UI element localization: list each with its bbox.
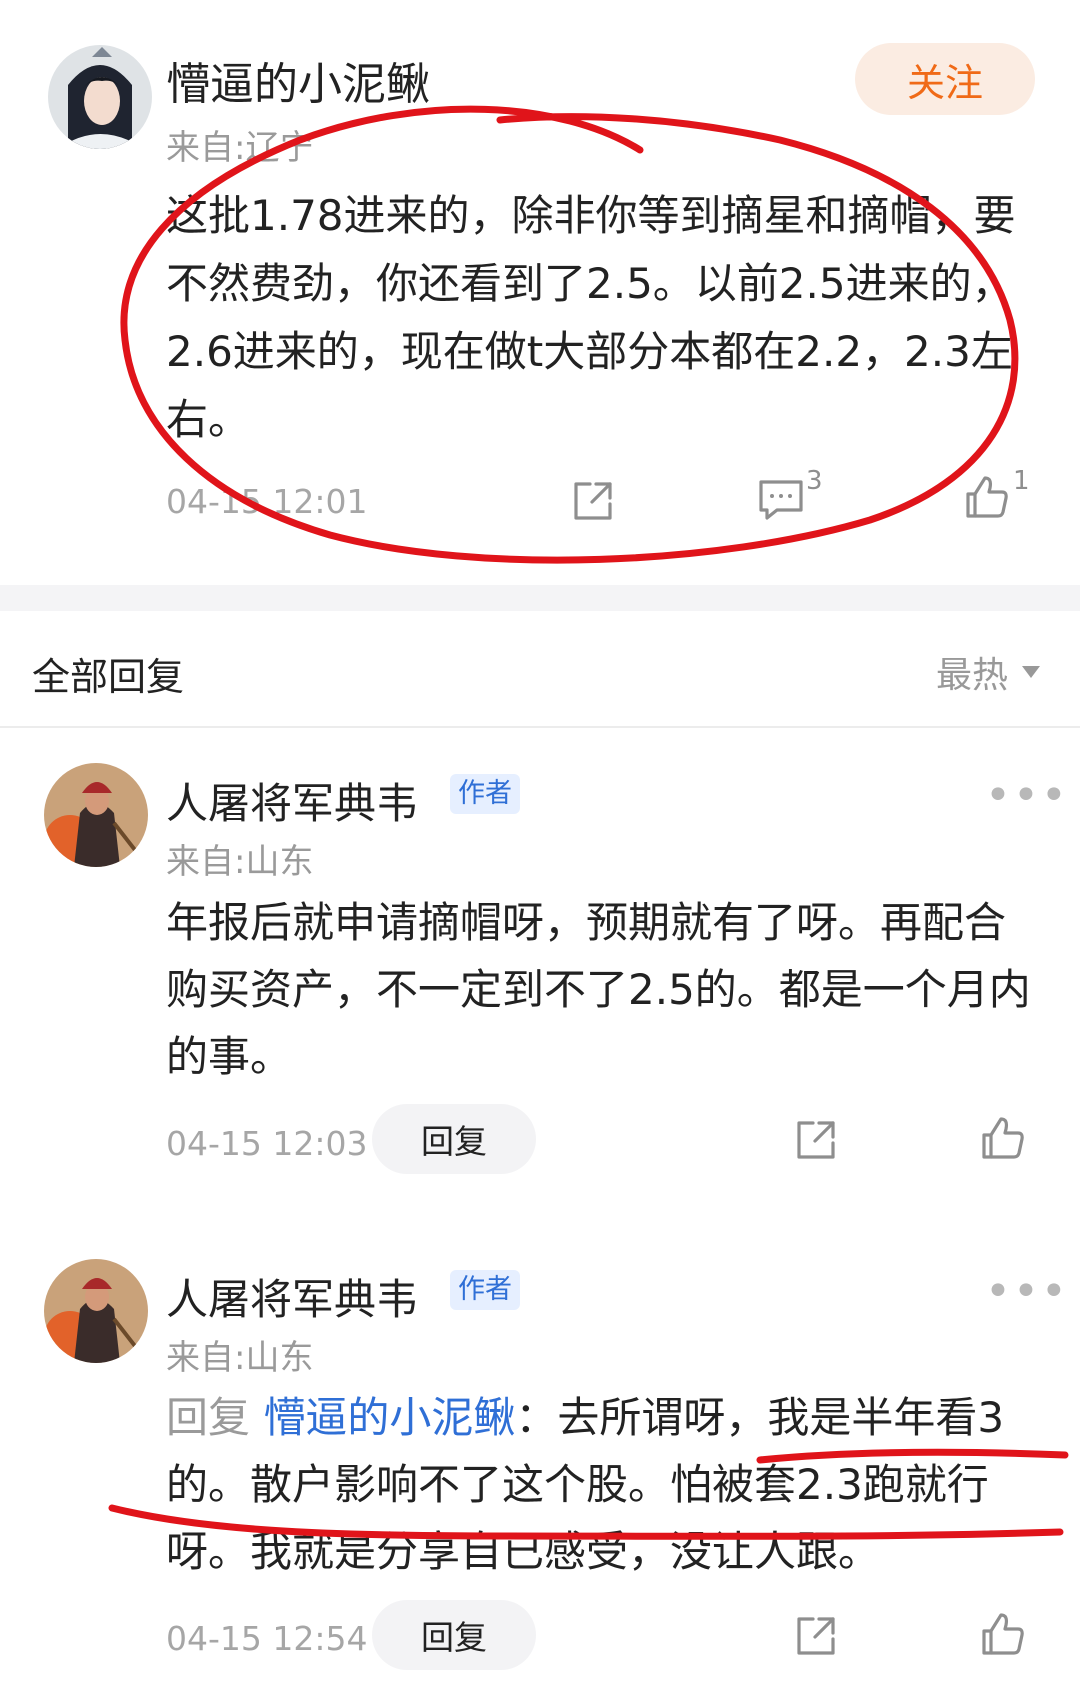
section-divider	[0, 585, 1080, 611]
reply-button[interactable]: 回复	[372, 1600, 536, 1670]
reply-timestamp: 04-15 12:03	[166, 1124, 368, 1163]
share-icon[interactable]	[570, 478, 616, 524]
post-content: 这批1.78进来的，除非你等到摘星和摘帽，要不然费劲，你还看到了2.5。以前2.…	[166, 191, 1016, 444]
post-timestamp: 04-15 12:01	[166, 482, 368, 521]
reply-content: 年报后就申请摘帽呀，预期就有了呀。再配合购买资产，不一定到不了2.5的。都是一个…	[166, 898, 1031, 1081]
like-icon[interactable]	[980, 1115, 1026, 1161]
reply-author-name[interactable]: 人屠将军典韦	[166, 770, 418, 831]
author-badge: 作者	[450, 1270, 520, 1310]
post-location: 来自:辽宁	[166, 128, 314, 168]
sort-dropdown[interactable]: 最热	[936, 646, 1041, 698]
more-options-icon[interactable]: •••	[985, 774, 1069, 818]
follow-button[interactable]: 关注	[855, 43, 1035, 115]
reply-button[interactable]: 回复	[372, 1104, 536, 1174]
share-icon[interactable]	[793, 1117, 839, 1163]
reply-location: 来自:山东	[166, 842, 314, 882]
post-author-name[interactable]: 懵逼的小泥鳅	[166, 48, 430, 112]
reply-author-name[interactable]: 人屠将军典韦	[166, 1266, 418, 1327]
mention-link[interactable]: 懵逼的小泥鳅	[263, 1393, 515, 1442]
more-options-icon[interactable]: •••	[985, 1270, 1069, 1314]
caret-down-icon	[1022, 666, 1041, 678]
reply-author-avatar[interactable]	[44, 1259, 148, 1363]
header-separator	[0, 726, 1080, 728]
author-badge: 作者	[450, 774, 520, 814]
like-count: 1	[1013, 466, 1030, 496]
post-author-avatar[interactable]	[48, 45, 152, 149]
comment-icon[interactable]	[757, 478, 805, 522]
reply-author-avatar[interactable]	[44, 763, 148, 867]
reply-prefix: 回复	[166, 1393, 264, 1442]
like-icon[interactable]	[964, 474, 1010, 520]
all-replies-title: 全部回复	[32, 655, 185, 699]
reply-location: 来自:山东	[166, 1338, 314, 1378]
reply-timestamp: 04-15 12:54	[166, 1619, 368, 1658]
reply-content-block: 回复 懵逼的小泥鳅：去所谓呀，我是半年看3的。散户影响不了这个股。怕被套2.3跑…	[166, 1384, 1032, 1585]
main-post: 懵逼的小泥鳅 来自:辽宁 关注 这批1.78进来的，除非你等到摘星和摘帽，要不然…	[0, 0, 1080, 585]
share-icon[interactable]	[793, 1613, 839, 1659]
comment-count: 3	[806, 466, 823, 496]
like-icon[interactable]	[980, 1611, 1026, 1657]
sort-label: 最热	[936, 655, 1009, 696]
